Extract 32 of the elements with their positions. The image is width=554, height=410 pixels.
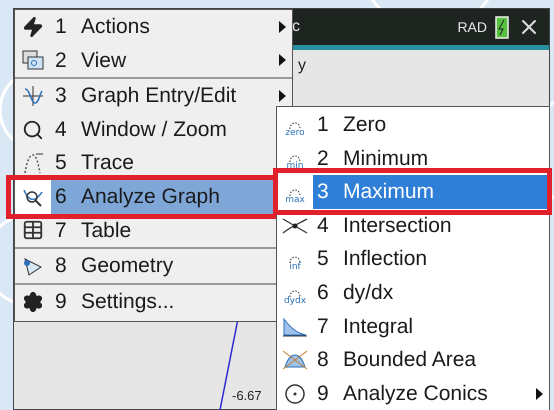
menu-item[interactable]: 9 Analyze Conics bbox=[277, 376, 549, 410]
window-icon bbox=[22, 49, 44, 72]
menu-item[interactable]: 7 Table bbox=[15, 214, 276, 248]
axis-label: y bbox=[298, 56, 306, 76]
menu-item[interactable]: 7 Integral bbox=[277, 310, 549, 344]
menu-item[interactable]: inf 5 Inflection bbox=[277, 242, 549, 276]
angle-mode: RAD bbox=[457, 18, 487, 36]
menu-item[interactable]: 8 Bounded Area bbox=[277, 343, 549, 377]
lightning-icon bbox=[22, 16, 44, 38]
submenu-arrow-icon bbox=[279, 20, 286, 33]
area-under-curve-icon bbox=[282, 315, 308, 338]
graph-axes-icon bbox=[22, 84, 44, 107]
submenu-arrow-icon bbox=[279, 90, 286, 102]
bounded-area-icon bbox=[282, 348, 308, 371]
menu-item[interactable]: 1 Actions bbox=[15, 10, 292, 44]
tick-label: -6.67 bbox=[232, 387, 262, 405]
circle-center-icon bbox=[284, 382, 306, 405]
menu-item[interactable]: 4 Intersection bbox=[277, 208, 549, 242]
menu-item[interactable]: 4 Window / Zoom bbox=[15, 112, 276, 146]
submenu-arrow-icon bbox=[536, 388, 543, 400]
menu-item[interactable]: min 2 Minimum bbox=[277, 142, 549, 176]
document-title: c bbox=[292, 17, 300, 37]
magnifier-icon bbox=[22, 118, 44, 141]
menu-item[interactable]: 5 Trace bbox=[15, 146, 276, 180]
submenu-arrow-icon bbox=[279, 54, 286, 66]
battery-icon bbox=[495, 15, 509, 39]
table-icon bbox=[22, 219, 44, 242]
menu-item[interactable]: 9 Settings... bbox=[15, 282, 276, 318]
trace-curve-icon bbox=[22, 152, 44, 174]
settings-icon bbox=[22, 290, 44, 313]
menu-item[interactable]: 2 View bbox=[15, 44, 292, 78]
menu-item[interactable]: dydx 6 dy/dx bbox=[277, 276, 549, 310]
